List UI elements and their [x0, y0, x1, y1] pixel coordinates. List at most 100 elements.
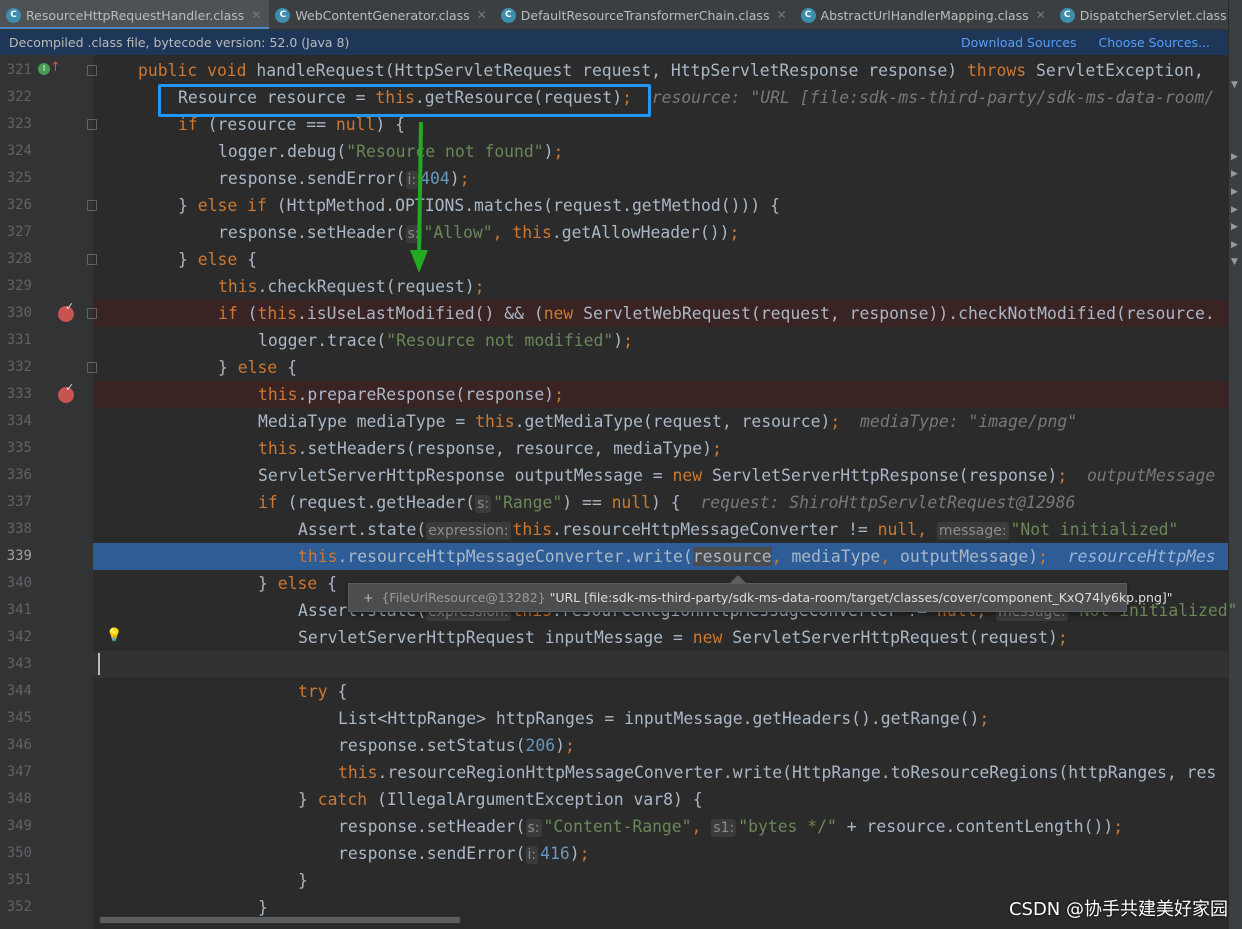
line-number[interactable]: 323: [0, 111, 32, 138]
breakpoint-icon[interactable]: [58, 300, 74, 322]
line-number[interactable]: 352: [0, 894, 32, 921]
line-number[interactable]: 339: [0, 543, 32, 570]
code-line[interactable]: 348} catch (IllegalArgumentException var…: [0, 786, 1228, 813]
line-number[interactable]: 342: [0, 624, 32, 651]
line-number[interactable]: 327: [0, 219, 32, 246]
line-number[interactable]: 331: [0, 327, 32, 354]
tab-abstracturlhandlermapping[interactable]: C AbstractUrlHandlerMapping.class ✕: [795, 0, 1054, 29]
keyword-token: new: [672, 466, 703, 485]
code-line[interactable]: 330 if (this.isUseLastModified() && (new …: [0, 300, 1228, 327]
tab-defaultresourcetransformerchain[interactable]: C DefaultResourceTransformerChain.class ✕: [495, 0, 795, 29]
code-token: ServletWebRequest(request, response)).ch…: [573, 304, 1215, 323]
code-token: ): [543, 142, 554, 161]
code-line[interactable]: 337 if (request.getHeader(s: "Range") == n…: [0, 489, 1228, 516]
code-line[interactable]: 329 this.checkRequest(request);: [0, 273, 1228, 300]
fold-marker-icon[interactable]: [87, 200, 97, 211]
keyword-token: this: [298, 547, 338, 566]
debug-value-tooltip[interactable]: + {FileUrlResource@13282} "URL [file:sdk…: [348, 575, 1173, 612]
close-icon[interactable]: ✕: [477, 8, 487, 22]
expand-triangle-icon[interactable]: ▶: [1231, 169, 1238, 179]
code-line[interactable]: 325 response.sendError(i: 404);: [0, 165, 1228, 192]
code-line[interactable]: 349 response.setHeader(s: "Content-Range",…: [0, 813, 1228, 840]
implements-method-icon[interactable]: I: [38, 63, 50, 75]
line-number[interactable]: 347: [0, 759, 32, 786]
lightbulb-icon[interactable]: 💡: [106, 628, 122, 643]
tab-webcontentgenerator[interactable]: C WebContentGenerator.class ✕: [269, 0, 494, 29]
expand-plus-icon[interactable]: +: [363, 590, 373, 605]
fold-marker-icon[interactable]: [87, 65, 97, 76]
expand-triangle-icon[interactable]: ▶: [1231, 205, 1238, 215]
code-line[interactable]: 335 this.setHeaders(response, resource, m…: [0, 435, 1228, 462]
overrides-arrow-icon[interactable]: ↑: [50, 60, 61, 75]
download-sources-link[interactable]: Download Sources: [961, 35, 1077, 50]
highlighted-token: resource: [692, 547, 772, 566]
line-number[interactable]: 321: [0, 57, 32, 84]
close-icon[interactable]: ✕: [776, 8, 786, 22]
parameter-hint: s:: [525, 819, 542, 837]
close-icon[interactable]: ✕: [1036, 8, 1046, 22]
line-number[interactable]: 341: [0, 597, 32, 624]
line-number[interactable]: 332: [0, 354, 32, 381]
line-number[interactable]: 330: [0, 300, 32, 327]
line-number[interactable]: 324: [0, 138, 32, 165]
code-line[interactable]: 347 this.resourceRegionHttpMessageConvert…: [0, 759, 1228, 786]
line-number[interactable]: 322: [0, 84, 32, 111]
code-line[interactable]: 326} else if (HttpMethod.OPTIONS.matches…: [0, 192, 1228, 219]
breakpoint-icon[interactable]: [58, 381, 74, 403]
expand-triangle-icon[interactable]: ▶: [1231, 222, 1238, 232]
line-number[interactable]: 345: [0, 705, 32, 732]
line-number[interactable]: 351: [0, 867, 32, 894]
expand-triangle-icon[interactable]: ▶: [1231, 152, 1238, 162]
line-number[interactable]: 349: [0, 813, 32, 840]
keyword-token: ,: [691, 817, 712, 836]
line-number[interactable]: 326: [0, 192, 32, 219]
fold-marker-icon[interactable]: [87, 254, 97, 265]
scrollbar-thumb[interactable]: [100, 917, 460, 923]
line-number[interactable]: 338: [0, 516, 32, 543]
collapse-triangle-icon[interactable]: ▼: [1231, 257, 1238, 267]
code-line[interactable]: 327 response.setHeader(s: "Allow", this.ge…: [0, 219, 1228, 246]
line-number[interactable]: 334: [0, 408, 32, 435]
code-line[interactable]: 321 I ↑ public void handleRequest(HttpServl…: [0, 57, 1228, 84]
code-line[interactable]: 333 this.prepareResponse(response);: [0, 381, 1228, 408]
code-line[interactable]: 351}: [0, 867, 1228, 894]
tab-resourcehttprequesthandler[interactable]: C ResourceHttpRequestHandler.class ✕: [0, 0, 270, 29]
tab-dispatcherservlet[interactable]: CDispatcherServlet.class✕: [1054, 0, 1242, 29]
line-number[interactable]: 333: [0, 381, 32, 408]
line-number[interactable]: 329: [0, 273, 32, 300]
code-line[interactable]: 336 ServletServerHttpResponse outputMessa…: [0, 462, 1228, 489]
line-number[interactable]: 335: [0, 435, 32, 462]
line-number[interactable]: 336: [0, 462, 32, 489]
fold-marker-icon[interactable]: [87, 362, 97, 373]
collapse-triangle-icon[interactable]: ▼: [1231, 80, 1238, 90]
code-line[interactable]: 342 💡 ServletServerHttpRequest inputMessag…: [0, 624, 1228, 651]
code-line[interactable]: 350 response.sendError(i: 416);: [0, 840, 1228, 867]
code-line[interactable]: 331 logger.trace("Resource not modified")…: [0, 327, 1228, 354]
expand-triangle-icon[interactable]: ▶: [1231, 240, 1238, 250]
line-number[interactable]: 325: [0, 165, 32, 192]
code-line[interactable]: 345 List<HttpRange> httpRanges = inputMes…: [0, 705, 1228, 732]
line-number[interactable]: 344: [0, 678, 32, 705]
line-number[interactable]: 340: [0, 570, 32, 597]
choose-sources-link[interactable]: Choose Sources...: [1099, 35, 1211, 50]
line-number[interactable]: 337: [0, 489, 32, 516]
code-line[interactable]: 324 logger.debug("Resource not found");: [0, 138, 1228, 165]
code-line[interactable]: 339 this.resourceHttpMessageConverter.wri…: [0, 543, 1228, 570]
code-line[interactable]: 338 Assert.state(expression: this.resource…: [0, 516, 1228, 543]
code-line[interactable]: 346 response.setStatus(206);: [0, 732, 1228, 759]
number-token: 206: [525, 736, 556, 755]
line-number[interactable]: 348: [0, 786, 32, 813]
line-number[interactable]: 328: [0, 246, 32, 273]
fold-marker-icon[interactable]: [87, 308, 97, 319]
line-number[interactable]: 350: [0, 840, 32, 867]
code-line[interactable]: 343: [0, 651, 1228, 678]
line-number[interactable]: 346: [0, 732, 32, 759]
code-line[interactable]: 328} else {: [0, 246, 1228, 273]
expand-triangle-icon[interactable]: ▶: [1231, 187, 1238, 197]
close-icon[interactable]: ✕: [251, 8, 261, 22]
code-line[interactable]: 332} else {: [0, 354, 1228, 381]
code-line[interactable]: 334 MediaType mediaType = this.getMediaTy…: [0, 408, 1228, 435]
code-line[interactable]: 344 try {: [0, 678, 1228, 705]
fold-marker-icon[interactable]: [87, 119, 97, 130]
line-number[interactable]: 343: [0, 651, 32, 678]
